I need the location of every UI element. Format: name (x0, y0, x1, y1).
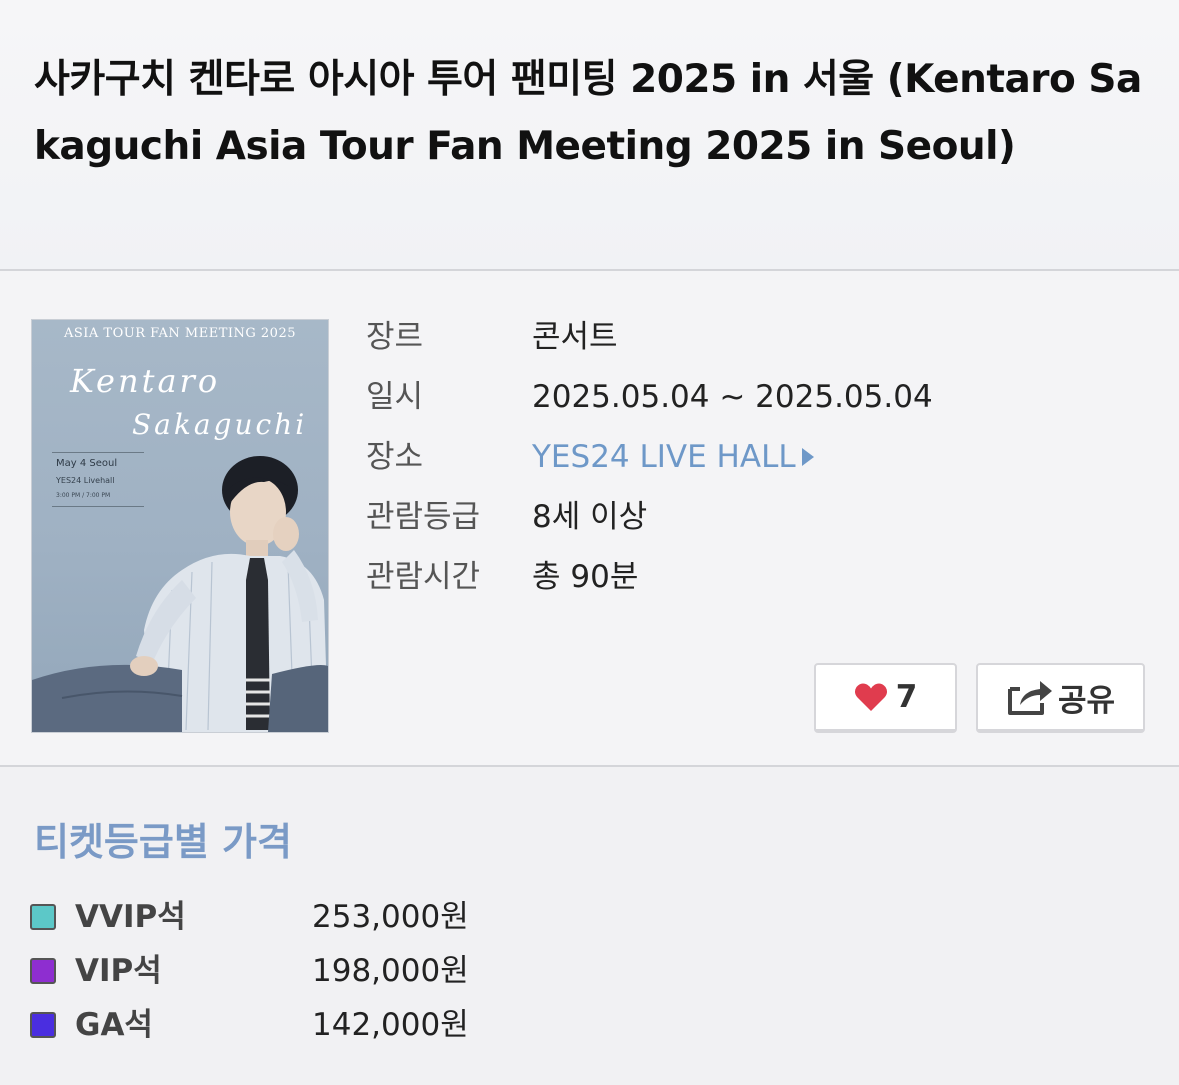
seat-grade-price: 253,000원 (312, 899, 469, 935)
price-section-heading: 티켓등급별 가격 (34, 820, 292, 864)
heart-icon (854, 683, 887, 711)
detail-label: 관람등급 (366, 499, 481, 535)
event-poster[interactable]: ASIA TOUR FAN MEETING 2025 Kentaro Sakag… (31, 319, 329, 733)
detail-value-running-time: 총 90분 (532, 559, 639, 595)
page-title: 사카구치 켄타로 아시아 투어 팬미팅 2025 in 서울 (Kentaro … (34, 57, 1142, 169)
seat-grade-name: VIP석 (75, 953, 162, 989)
detail-value-age-rating: 8세 이상 (532, 499, 648, 535)
share-icon (1007, 681, 1052, 715)
seat-color-swatch (30, 1012, 56, 1038)
seat-grade-name: VVIP석 (75, 899, 186, 935)
price-row-vip: VIP석 198,000원 (30, 951, 630, 991)
seat-grade-price: 198,000원 (312, 953, 469, 989)
share-button[interactable]: 공유 (976, 663, 1145, 733)
detail-label: 장르 (366, 319, 424, 355)
poster-title: ASIA TOUR FAN MEETING 2025 (63, 326, 296, 341)
venue-link-label: YES24 LIVE HALL (532, 439, 796, 475)
detail-value-genre: 콘서트 (532, 319, 618, 355)
page-header: 사카구치 켄타로 아시아 투어 팬미팅 2025 in 서울 (Kentaro … (0, 0, 1179, 270)
detail-label: 일시 (366, 379, 424, 415)
venue-link[interactable]: YES24 LIVE HALL (532, 437, 814, 477)
seat-grade-price: 142,000원 (312, 1007, 469, 1043)
poster-script-first: Kentaro (70, 362, 221, 400)
like-button[interactable]: 7 (814, 663, 957, 733)
detail-label: 장소 (366, 439, 424, 475)
detail-value-date: 2025.05.04 ~ 2025.05.04 (532, 379, 933, 415)
detail-label: 관람시간 (366, 559, 481, 595)
poster-person-illustration (32, 456, 328, 732)
ticket-price-section: 티켓등급별 가격 VVIP석 253,000원 VIP석 198,000원 GA… (0, 767, 1179, 1085)
triangle-right-icon (801, 447, 814, 466)
share-label: 공유 (1057, 682, 1116, 719)
price-row-vvip: VVIP석 253,000원 (30, 897, 630, 937)
seat-color-swatch (30, 958, 56, 984)
event-info-section: ASIA TOUR FAN MEETING 2025 Kentaro Sakag… (0, 271, 1179, 765)
like-count: 7 (895, 679, 918, 715)
seat-color-swatch (30, 904, 56, 930)
price-row-ga: GA석 142,000원 (30, 1005, 630, 1045)
seat-grade-name: GA석 (75, 1007, 153, 1043)
